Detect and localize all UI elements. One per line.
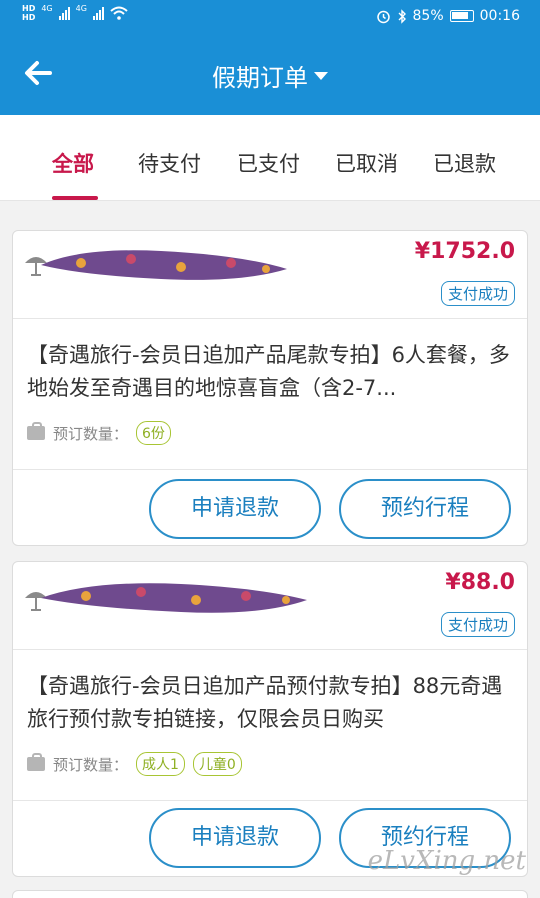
order-price: ¥88.0 bbox=[445, 570, 515, 595]
alarm-icon bbox=[376, 10, 390, 23]
quantity-badge-adult: 成人1 bbox=[136, 752, 185, 776]
quantity-row: 预订数量： 6份 bbox=[27, 421, 171, 445]
hd-label-1: HD bbox=[22, 4, 36, 13]
request-refund-button[interactable]: 申请退款 bbox=[149, 808, 321, 868]
quantity-badge: 6份 bbox=[136, 421, 171, 445]
status-bar: HD HD 4G 4G 85% 00:16 bbox=[0, 0, 540, 34]
card-divider bbox=[13, 800, 527, 801]
network-type-1: 4G bbox=[41, 4, 53, 13]
tab-all[interactable]: 全部 bbox=[52, 148, 94, 178]
card-divider bbox=[13, 469, 527, 470]
tab-refunded[interactable]: 已退款 bbox=[433, 148, 496, 178]
bluetooth-icon bbox=[398, 8, 406, 24]
order-title: 【奇遇旅行-会员日追加产品尾款专拍】6人套餐，多地始发至奇遇目的地惊喜盲盒（含2… bbox=[27, 343, 510, 400]
watermark: eLvXing.net bbox=[367, 846, 526, 876]
tab-pending-payment[interactable]: 待支付 bbox=[138, 148, 201, 178]
request-refund-button[interactable]: 申请退款 bbox=[149, 479, 321, 539]
order-card-header: ¥88.0 支付成功 bbox=[13, 562, 527, 650]
signal-icon bbox=[92, 6, 104, 20]
active-tab-indicator bbox=[52, 196, 98, 200]
bag-icon bbox=[27, 753, 45, 771]
order-card[interactable]: ¥88.0 支付成功 【奇遇旅行-会员日追加产品预付款专拍】88元奇遇旅行预付款… bbox=[12, 561, 528, 877]
battery-percent: 85% bbox=[412, 8, 444, 24]
hd-label-2: HD bbox=[22, 13, 36, 22]
signal-icon bbox=[58, 6, 70, 20]
status-badge: 支付成功 bbox=[440, 281, 515, 306]
order-tabs: 全部 待支付 已支付 已取消 已退款 bbox=[0, 115, 540, 201]
page-title-dropdown[interactable]: 假期订单 bbox=[0, 58, 540, 93]
quantity-label: 预订数量： bbox=[53, 424, 129, 443]
order-title: 【奇遇旅行-会员日追加产品预付款专拍】88元奇遇旅行预付款专拍链接，仅限会员日购… bbox=[27, 674, 503, 731]
page-title: 假期订单 bbox=[212, 64, 308, 92]
quantity-row: 预订数量： 成人1 儿童0 bbox=[27, 752, 242, 776]
tab-paid[interactable]: 已支付 bbox=[237, 148, 300, 178]
battery-icon bbox=[449, 10, 474, 22]
status-badge: 支付成功 bbox=[440, 612, 515, 637]
redacted-product-image bbox=[41, 250, 287, 280]
bag-icon bbox=[27, 422, 45, 440]
order-card[interactable]: ¥1752.0 支付成功 【奇遇旅行-会员日追加产品尾款专拍】6人套餐，多地始发… bbox=[12, 230, 528, 546]
order-card-header: ¥1752.0 支付成功 bbox=[13, 231, 527, 319]
order-price: ¥1752.0 bbox=[414, 239, 515, 264]
tab-cancelled[interactable]: 已取消 bbox=[335, 148, 398, 178]
caret-down-icon bbox=[314, 72, 328, 80]
status-right: 85% 00:16 bbox=[376, 8, 520, 24]
quantity-badge-child: 儿童0 bbox=[192, 752, 242, 776]
network-type-2: 4G bbox=[75, 4, 87, 13]
book-itinerary-button[interactable]: 预约行程 bbox=[339, 479, 511, 539]
status-left: HD HD 4G 4G bbox=[22, 4, 128, 22]
header-bar: 假期订单 bbox=[0, 34, 540, 115]
quantity-label: 预订数量： bbox=[53, 755, 129, 774]
clock: 00:16 bbox=[479, 8, 520, 24]
redacted-product-image bbox=[41, 583, 307, 613]
order-card-partial[interactable] bbox=[12, 890, 528, 898]
wifi-icon bbox=[110, 6, 128, 20]
hd-indicator: HD HD bbox=[22, 4, 35, 22]
